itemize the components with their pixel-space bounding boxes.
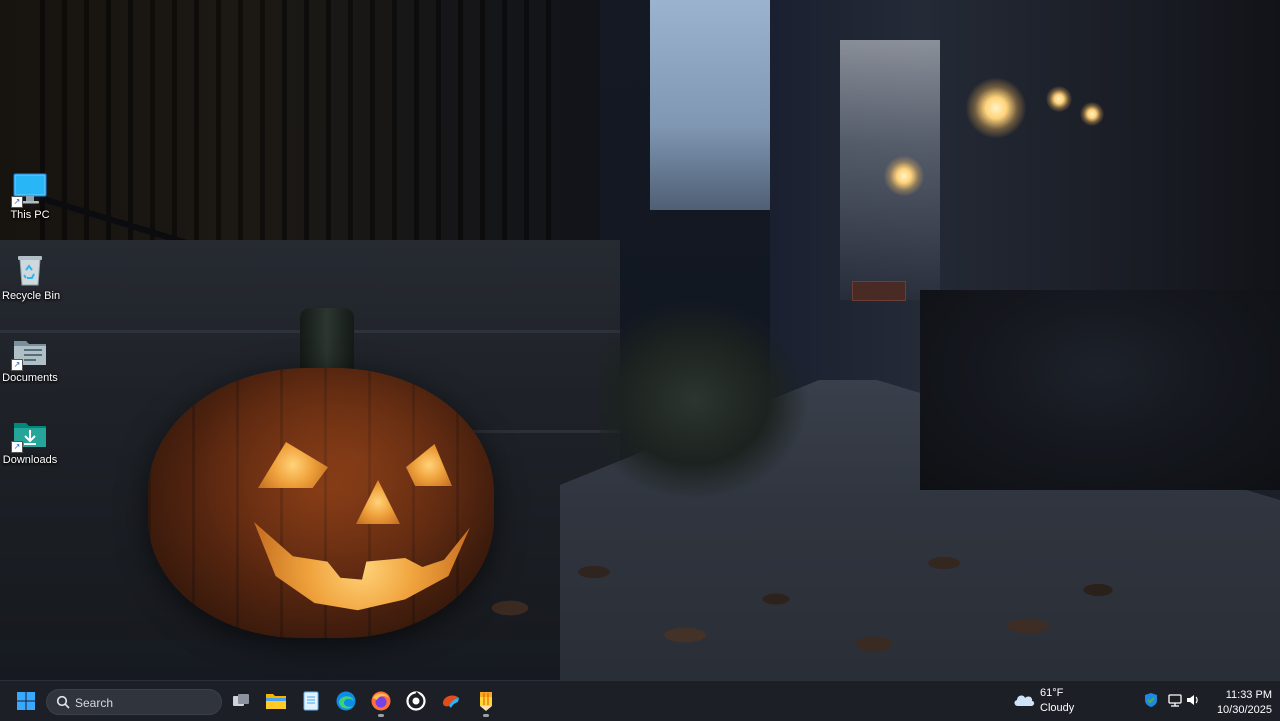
taskbar-edge[interactable] (330, 685, 362, 717)
tray-volume[interactable] (1184, 691, 1202, 709)
wallpaper-hedge (920, 290, 1280, 490)
shortcut-arrow-icon: ↗ (11, 441, 23, 453)
weather-temperature: 61°F (1040, 687, 1064, 699)
wallpaper-street-lamp (884, 156, 924, 196)
monitor-icon: ↗ (11, 172, 48, 208)
weather-condition: Cloudy (1040, 702, 1075, 714)
taskbar-media-player[interactable] (400, 685, 432, 717)
desktop-icon-label: This PC (10, 209, 50, 221)
media-player-icon (406, 691, 426, 711)
pencil-app-icon (480, 692, 492, 711)
desktop-icon-documents[interactable]: ↗ Documents (2, 335, 58, 384)
shortcut-arrow-icon: ↗ (11, 359, 23, 371)
desktop-icon-recycle-bin[interactable]: Recycle Bin (2, 253, 61, 302)
recycle-bin-icon (12, 253, 48, 287)
start-button[interactable] (10, 685, 42, 717)
desktop-icon-label: Documents (2, 372, 58, 384)
taskbar-weather-widget[interactable]: 61°F Cloudy (1010, 684, 1100, 716)
tray-windows-security[interactable] (1142, 691, 1160, 709)
shortcut-arrow-icon: ↗ (11, 196, 23, 208)
desktop-icon-label: Downloads (2, 454, 58, 466)
tray-network[interactable] (1166, 691, 1184, 709)
clock-time: 11:33 PM (1225, 689, 1272, 701)
wallpaper-street-lamp (1046, 86, 1072, 112)
volume-icon (1187, 695, 1198, 705)
search-icon (56, 695, 70, 709)
wallpaper-step-edge (470, 430, 620, 433)
taskbar-file-explorer[interactable] (260, 685, 292, 717)
wallpaper-street-lamp (1080, 102, 1104, 126)
taskbar-firefox[interactable] (365, 685, 397, 717)
wallpaper-street-lamp (966, 78, 1026, 138)
taskbar-pencil-app[interactable] (470, 685, 502, 717)
clock-date: 10/30/2025 (1216, 704, 1272, 716)
running-indicator (483, 714, 489, 717)
desktop-icon-label: Recycle Bin (2, 290, 61, 302)
desktop-icon-this-pc[interactable]: ↗ This PC (2, 172, 58, 221)
windows-start-icon (17, 692, 35, 710)
wallpaper-planter (600, 300, 810, 500)
task-view-icon (233, 694, 249, 706)
search-placeholder: Search (75, 696, 114, 710)
taskbar-brush-app[interactable] (435, 685, 467, 717)
taskbar-clock[interactable]: 11:33 PM 10/30/2025 (1206, 688, 1272, 718)
wallpaper-shop-sign (852, 281, 906, 301)
edge-browser-icon (336, 691, 356, 711)
taskbar-task-view[interactable] (225, 685, 257, 717)
cloud-icon (1014, 695, 1035, 706)
downloads-folder-icon: ↗ (11, 417, 48, 453)
wallpaper-fallen-leaves (440, 500, 1140, 680)
network-icon (1168, 694, 1182, 707)
desktop-icon-downloads[interactable]: ↗ Downloads (2, 417, 58, 466)
documents-folder-icon: ↗ (11, 335, 48, 371)
brush-app-icon (443, 695, 459, 708)
firefox-icon (371, 691, 391, 711)
taskbar-notepad[interactable] (295, 685, 327, 717)
taskbar-search-box[interactable]: Search (46, 689, 222, 715)
windows-security-icon (1145, 693, 1157, 707)
notepad-icon (303, 691, 319, 711)
running-indicator (378, 714, 384, 717)
desktop-wallpaper (0, 0, 1280, 680)
file-explorer-icon (266, 694, 286, 709)
